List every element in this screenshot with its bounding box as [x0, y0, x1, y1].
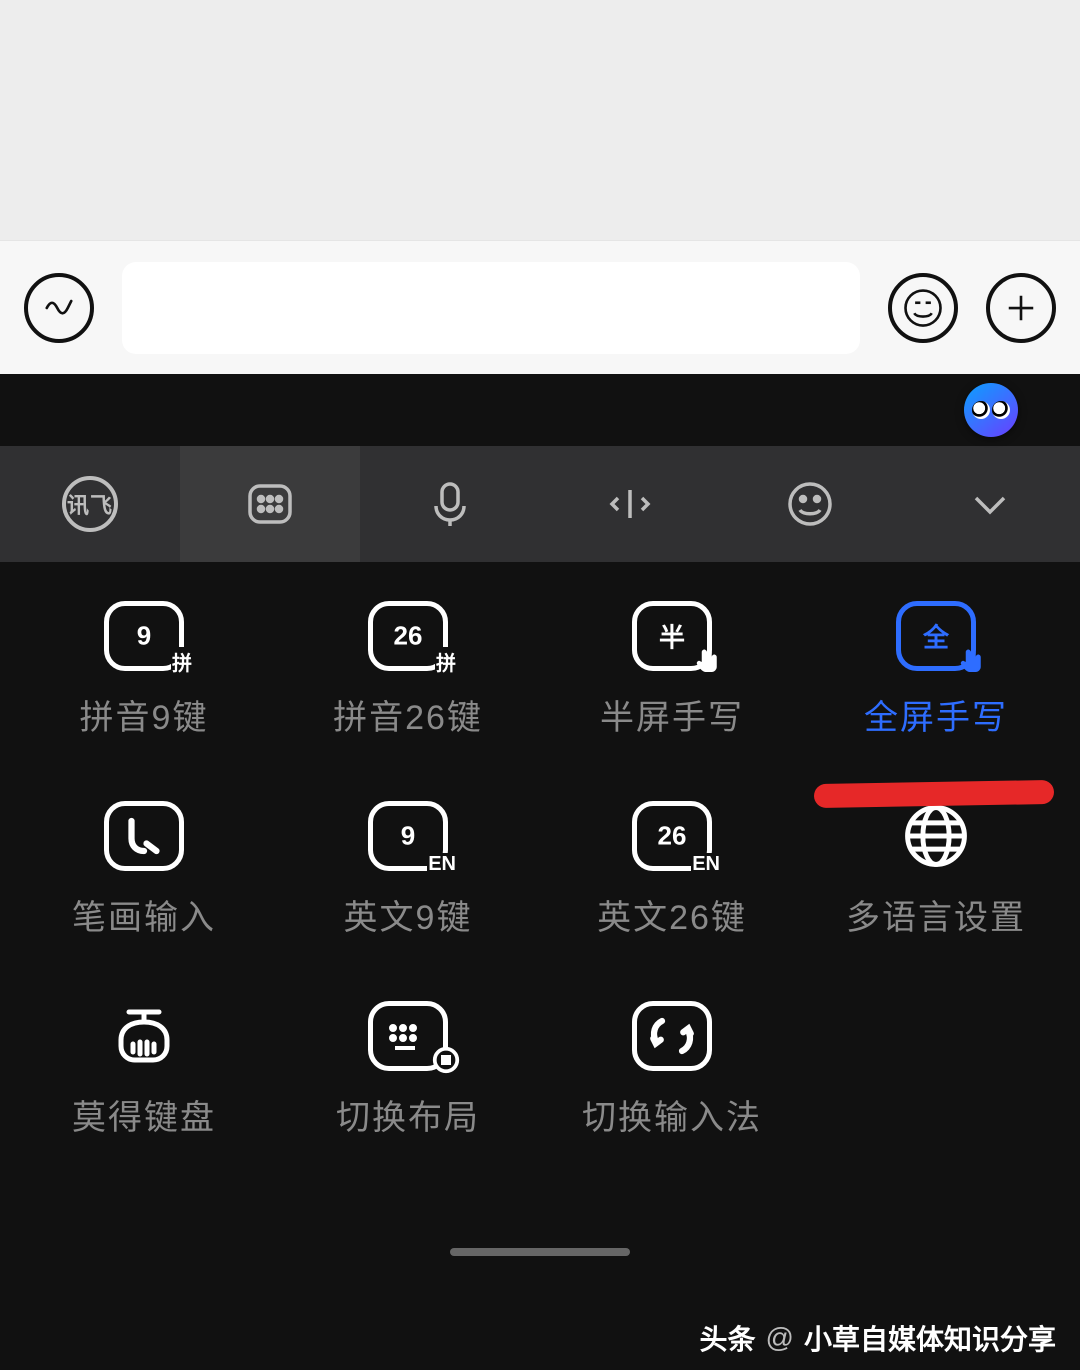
- microphone-icon: [422, 476, 478, 532]
- scroll-indicator: [450, 1248, 630, 1256]
- layout-label: 多语言设置: [846, 890, 1026, 939]
- mode-keyboard-icon: [109, 1006, 179, 1066]
- voice-wave-icon: [38, 287, 80, 329]
- layout-english-26[interactable]: 26 EN 英文26键: [540, 798, 804, 939]
- layout-label: 莫得键盘: [72, 1090, 216, 1139]
- layout-label: 全屏手写: [864, 690, 1008, 739]
- annotation-underline: [814, 780, 1054, 808]
- layout-label: 笔画输入: [72, 890, 216, 939]
- toolbar-emoji[interactable]: [720, 446, 900, 562]
- layout-pinyin-9[interactable]: 9 拼 拼音9键: [12, 598, 276, 739]
- layout-label: 半屏手写: [600, 690, 744, 739]
- plus-icon: [1000, 287, 1042, 329]
- at-symbol: @: [766, 1322, 794, 1354]
- layout-mode-keyboard[interactable]: 莫得键盘: [12, 998, 276, 1139]
- toolbar-voice[interactable]: [360, 446, 540, 562]
- keyboard-toolbar: 讯飞: [0, 446, 1080, 562]
- layout-stroke[interactable]: 笔画输入: [12, 798, 276, 939]
- message-input[interactable]: [122, 262, 860, 354]
- keyboard-header: [0, 374, 1080, 446]
- voice-toggle-button[interactable]: [24, 273, 94, 343]
- layout-half-handwrite[interactable]: 半 半屏手写: [540, 598, 804, 739]
- assistant-avatar-icon[interactable]: [964, 383, 1018, 437]
- english9-icon: 9 EN: [373, 806, 443, 866]
- layout-switch-layout[interactable]: 切换布局: [276, 998, 540, 1139]
- chevron-down-icon: [962, 476, 1018, 532]
- switch-layout-icon: [373, 1006, 443, 1066]
- full-handwrite-icon: 全: [901, 606, 971, 666]
- layout-switch-ime[interactable]: 切换输入法: [540, 998, 804, 1139]
- globe-icon: [901, 806, 971, 866]
- toolbar-cursor[interactable]: [540, 446, 720, 562]
- layout-full-handwrite[interactable]: 全 全屏手写: [804, 598, 1068, 739]
- watermark: 头条 @ 小草自媒体知识分享: [700, 1318, 1056, 1358]
- switch-ime-icon: [637, 1006, 707, 1066]
- keyboard-panel: 讯飞: [0, 374, 1080, 1370]
- iflytek-logo-icon: 讯飞: [62, 476, 118, 532]
- layout-label: 切换布局: [336, 1090, 480, 1139]
- emoji-face-icon: [902, 287, 944, 329]
- input-bar: [0, 240, 1080, 374]
- author-name: 小草自媒体知识分享: [804, 1318, 1056, 1358]
- pinyin26-icon: 26 拼: [373, 606, 443, 666]
- toolbar-keyboard-menu[interactable]: [180, 446, 360, 562]
- layout-pinyin-26[interactable]: 26 拼 拼音26键: [276, 598, 540, 739]
- layout-label: 英文9键: [344, 890, 473, 939]
- layout-label: 拼音26键: [333, 690, 483, 739]
- layout-english-9[interactable]: 9 EN 英文9键: [276, 798, 540, 939]
- layout-label: 切换输入法: [582, 1090, 762, 1139]
- toolbar-logo[interactable]: 讯飞: [0, 446, 180, 562]
- keyboard-grid-icon: [242, 476, 298, 532]
- half-handwrite-icon: 半: [637, 606, 707, 666]
- emoji-button[interactable]: [888, 273, 958, 343]
- layout-multilang[interactable]: 多语言设置: [804, 798, 1068, 939]
- pinyin9-icon: 9 拼: [109, 606, 179, 666]
- chat-background: [0, 0, 1080, 240]
- toolbar-collapse[interactable]: [900, 446, 1080, 562]
- smiley-icon: [782, 476, 838, 532]
- stroke-icon: [109, 806, 179, 866]
- cursor-move-icon: [602, 476, 658, 532]
- layout-label: 英文26键: [597, 890, 747, 939]
- plus-button[interactable]: [986, 273, 1056, 343]
- english26-icon: 26 EN: [637, 806, 707, 866]
- toutiao-logo-text: 头条: [700, 1318, 756, 1358]
- layout-label: 拼音9键: [80, 690, 209, 739]
